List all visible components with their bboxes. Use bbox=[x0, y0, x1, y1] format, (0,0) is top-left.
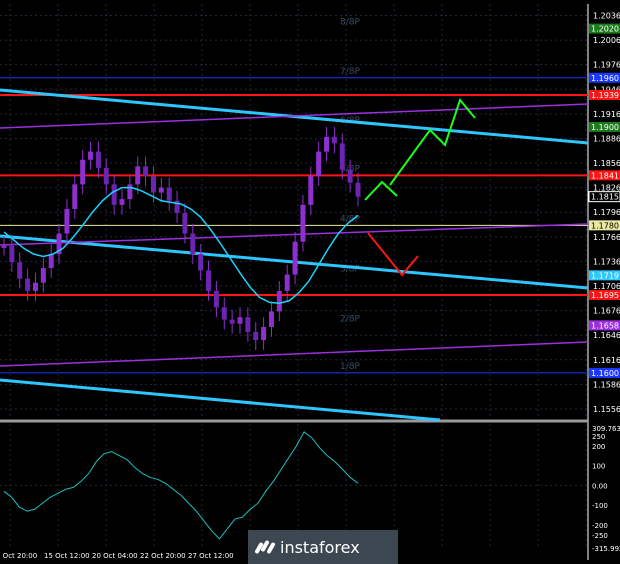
level-price-tag-label: 1.1900 bbox=[591, 123, 619, 132]
candle-body bbox=[95, 151, 101, 168]
candle-body bbox=[166, 187, 172, 201]
candle-body bbox=[284, 274, 290, 291]
candle-body bbox=[48, 254, 54, 268]
candle-body bbox=[229, 319, 235, 324]
candle-body bbox=[80, 159, 86, 185]
indicator-tick-label: 309.7635 bbox=[592, 425, 620, 433]
watermark-text: instaforex bbox=[280, 537, 360, 557]
candle-body bbox=[300, 204, 306, 242]
candle-body bbox=[111, 184, 117, 205]
price-tick-label: 1.1766 bbox=[593, 233, 620, 242]
candle-body bbox=[261, 327, 267, 341]
indicator-tick-label: 250 bbox=[592, 433, 605, 441]
candle-body bbox=[135, 166, 141, 185]
level-price-tag-label: 1.1841 bbox=[591, 171, 619, 180]
murrey-level-label: 2/8P bbox=[340, 314, 360, 324]
candle-body bbox=[198, 254, 204, 271]
price-tick-label: 1.1646 bbox=[593, 331, 620, 340]
candle-body bbox=[1, 245, 7, 248]
price-tick-label: 1.2006 bbox=[593, 36, 620, 45]
instaforex-logo-icon bbox=[254, 538, 276, 556]
candle-body bbox=[9, 245, 15, 263]
level-price-tag-label: 1.1939 bbox=[591, 91, 619, 100]
candle-body bbox=[17, 262, 23, 279]
candle-body bbox=[158, 187, 164, 193]
candle-body bbox=[331, 136, 337, 144]
indicator-tick-label: -100 bbox=[592, 502, 608, 510]
candle-body bbox=[347, 169, 353, 183]
indicator-tick-label: 0.00 bbox=[592, 482, 608, 490]
candle-body bbox=[316, 151, 322, 177]
candle-body bbox=[268, 311, 274, 328]
candle-body bbox=[308, 176, 314, 205]
candle-body bbox=[103, 167, 109, 185]
candle-body bbox=[64, 208, 70, 234]
murrey-level-label: 7/8P bbox=[340, 67, 360, 77]
level-price-tag-label: 1.1780 bbox=[591, 221, 619, 230]
price-tick-label: 1.1916 bbox=[593, 110, 620, 119]
candle-body bbox=[150, 176, 156, 193]
level-price-tag-label: 1.2020 bbox=[591, 25, 619, 34]
price-tick-label: 1.1796 bbox=[593, 208, 620, 217]
candle-body bbox=[25, 278, 31, 291]
candle-body bbox=[190, 233, 196, 255]
price-tick-label: 1.1706 bbox=[593, 282, 620, 291]
candle-body bbox=[213, 290, 219, 308]
time-tick-label: 27 Oct 12:00 bbox=[188, 552, 234, 560]
candle-body bbox=[292, 241, 298, 275]
candle-body bbox=[237, 317, 243, 324]
candle-body bbox=[221, 307, 227, 320]
price-tick-label: 1.1886 bbox=[593, 134, 620, 143]
price-tick-label: 1.1976 bbox=[593, 61, 620, 70]
watermark-logo: instaforex bbox=[248, 530, 398, 564]
murrey-level-label: 1/8P bbox=[340, 362, 360, 372]
price-tick-label: 1.2036 bbox=[593, 11, 620, 20]
indicator-tick-label: -315.992 bbox=[592, 545, 620, 553]
indicator-tick-label: 100 bbox=[592, 463, 605, 471]
indicator-tick-label: -200 bbox=[592, 522, 608, 530]
candle-body bbox=[72, 184, 78, 209]
level-price-tag-label: 1.1695 bbox=[591, 291, 619, 300]
level-price-tag-label: 1.1600 bbox=[591, 369, 619, 378]
price-tick-label: 1.1736 bbox=[593, 257, 620, 266]
price-chart: 1.20361.20061.19761.19461.19161.18861.18… bbox=[0, 0, 620, 564]
indicator-tick-label: -250 bbox=[592, 532, 608, 540]
candle-body bbox=[88, 151, 94, 160]
candle-body bbox=[324, 136, 330, 152]
time-tick-label: 20 Oct 04:00 bbox=[92, 552, 138, 560]
time-tick-label: 22 Oct 20:00 bbox=[140, 552, 186, 560]
candle-body bbox=[276, 290, 282, 312]
level-price-tag-label: 1.1815 bbox=[591, 193, 619, 202]
candle-body bbox=[253, 331, 259, 341]
candle-body bbox=[355, 182, 361, 197]
price-tick-label: 1.1856 bbox=[593, 159, 620, 168]
candle-body bbox=[32, 282, 38, 291]
murrey-level-label: 8/8P bbox=[340, 18, 360, 28]
price-tick-label: 1.1556 bbox=[593, 405, 620, 414]
candle-body bbox=[182, 213, 188, 234]
candle-body bbox=[143, 166, 149, 177]
candle-body bbox=[127, 184, 133, 200]
price-tick-label: 1.1616 bbox=[593, 356, 620, 365]
candle-body bbox=[40, 267, 46, 283]
candle-body bbox=[119, 199, 125, 205]
price-tick-label: 1.1586 bbox=[593, 380, 620, 389]
level-price-tag-label: 1.1960 bbox=[591, 74, 619, 83]
candle-body bbox=[206, 270, 212, 291]
level-price-tag-label: 1.1719 bbox=[591, 271, 619, 280]
time-tick-label: 15 Oct 12:00 bbox=[44, 552, 90, 560]
candle-body bbox=[245, 317, 251, 332]
time-tick-label: 7 Oct 20:00 bbox=[0, 552, 37, 560]
price-tick-label: 1.1676 bbox=[593, 307, 620, 316]
indicator-tick-label: 200 bbox=[592, 443, 605, 451]
candle-body bbox=[339, 143, 345, 170]
level-price-tag-label: 1.1658 bbox=[591, 321, 619, 330]
